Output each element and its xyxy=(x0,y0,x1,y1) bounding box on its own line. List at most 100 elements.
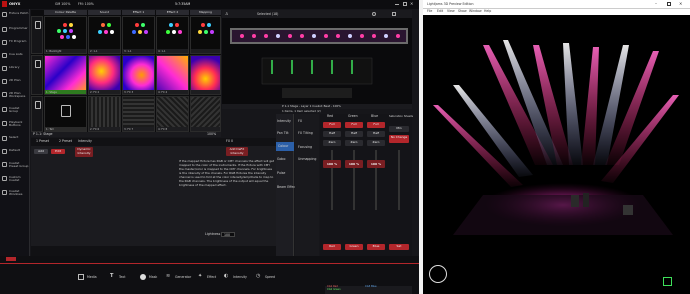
btn-zero[interactable]: Zero xyxy=(367,140,385,146)
minimize-icon[interactable] xyxy=(395,4,399,5)
btn-zero[interactable]: Zero xyxy=(323,140,341,146)
btn-min[interactable]: Min xyxy=(389,126,409,132)
nav-item-playback-buttons[interactable]: Playback Buttons xyxy=(2,120,29,129)
nav-item-default[interactable]: Default xyxy=(2,148,29,157)
grid-header-colour[interactable]: Colour Palette xyxy=(44,10,87,15)
fader-value[interactable]: 100 % xyxy=(323,160,341,168)
btn-half[interactable]: Half xyxy=(323,131,341,137)
close-icon[interactable]: ✕ xyxy=(679,2,682,6)
nav-item-fixture-patch[interactable]: Fixture Patch xyxy=(2,11,29,20)
menu-file[interactable]: File xyxy=(427,9,432,13)
lightness-input[interactable]: 100 xyxy=(221,232,235,237)
row-handle-3[interactable] xyxy=(31,96,43,132)
tool-media[interactable]: Media xyxy=(78,273,106,283)
stage-view[interactable]: ♙ Selected (18) xyxy=(222,10,412,104)
cue-cell-r3c1[interactable]: 1: Tall xyxy=(44,96,87,132)
nav-item-cuelist-preset-group[interactable]: Cuelist Preset Group xyxy=(2,161,29,170)
subtab-fx-tilting[interactable]: FX Tilting xyxy=(298,131,313,135)
edit-button[interactable]: Edit xyxy=(51,149,65,154)
nav-item-programmer[interactable]: Programmer xyxy=(2,26,29,35)
tab-preset2[interactable]: 2 Preset xyxy=(59,139,72,143)
attr-tab-pulse[interactable]: Pulse xyxy=(277,171,285,175)
nav-item-cuelist-windows[interactable]: Cuelist Windows xyxy=(2,189,29,198)
tool-text[interactable]: T Text xyxy=(110,273,136,283)
btn-full[interactable]: Full xyxy=(323,122,341,128)
minimize-icon[interactable]: – xyxy=(655,2,657,6)
cue-cell-r2c3[interactable]: 3: FX 3 xyxy=(122,55,155,95)
tool-effect[interactable]: ✦ Effect xyxy=(198,273,224,283)
fader-track[interactable] xyxy=(398,150,400,210)
cue-cell-r2c1[interactable]: 1: Stage xyxy=(44,55,87,95)
cue-cell-r1c4[interactable]: 4: 1-1 xyxy=(156,16,189,54)
cue-cell-r1c2[interactable]: 2: 1-1 xyxy=(88,16,121,54)
cue-cell-r1c1[interactable]: 1: Backlight xyxy=(44,16,87,54)
fader-track[interactable] xyxy=(353,150,355,210)
nav-item-custom-cuelist[interactable]: Custom Cuelist xyxy=(2,175,29,184)
cue-cell-r2c2[interactable]: 2: FX 2 xyxy=(88,55,121,95)
nav-item-cue-lists[interactable]: Cue Lists xyxy=(2,52,29,61)
cue-cell-r3c2[interactable]: 2: FX 6 xyxy=(88,96,121,132)
nav-item-fx-program[interactable]: FX Program xyxy=(2,39,29,48)
row-handle-2[interactable] xyxy=(31,55,43,95)
cue-cell-r3c3[interactable]: 3: FX 7 xyxy=(122,96,155,132)
menu-show[interactable]: Show xyxy=(458,9,467,13)
fader-track[interactable] xyxy=(331,150,333,210)
tool-mask[interactable]: Mask xyxy=(140,273,166,283)
btn-half[interactable]: Half xyxy=(367,131,385,137)
fader-value[interactable]: 100 % xyxy=(345,160,363,168)
grid-header-sound[interactable]: Sound xyxy=(88,10,121,15)
grid-header-effect2[interactable]: Effect 2 xyxy=(156,10,189,15)
subtab-focusing[interactable]: Focusing xyxy=(298,145,312,149)
btn-full[interactable]: Full xyxy=(345,122,363,128)
cue-cell-r1c5[interactable] xyxy=(190,16,221,54)
attr-tab-pantilt[interactable]: Pan Tilt xyxy=(277,131,289,135)
attr-tab-colour-active[interactable]: Colour xyxy=(276,142,294,151)
menu-edit[interactable]: Edit xyxy=(437,9,443,13)
tool-generator[interactable]: ≋ Generator xyxy=(166,273,198,283)
add-defx-button[interactable]: Add DeFX Intensity xyxy=(226,147,248,156)
menu-window[interactable]: Window xyxy=(469,9,482,13)
tab-intensity[interactable]: Intensity xyxy=(78,139,92,143)
subtab-fx[interactable]: FX xyxy=(298,119,302,123)
nav-item-2d-workspace[interactable]: 2D Plan Workspace xyxy=(2,91,29,100)
fm-level[interactable]: FM: 100% xyxy=(78,2,94,6)
close-icon[interactable]: ✕ xyxy=(410,2,413,6)
nav-item-cuelist-group[interactable]: Cuelist Group xyxy=(2,106,29,115)
group-row-2[interactable]: CG2 Green xyxy=(327,288,341,292)
group-row-3[interactable]: CG3 Blue xyxy=(365,285,377,289)
cue-cell-r3c5[interactable] xyxy=(190,96,221,132)
maximize-icon[interactable] xyxy=(667,2,671,6)
nav-item-2d-plan[interactable]: 2D Plan xyxy=(2,78,29,87)
tool-intensity[interactable]: ◐ Intensity xyxy=(224,273,254,283)
row-handle-1[interactable] xyxy=(31,16,43,54)
btn-no-change[interactable]: No Change xyxy=(389,135,409,143)
attr-tab-gobo[interactable]: Gobo xyxy=(277,157,285,161)
subtab-unmapping[interactable]: Unmapping xyxy=(298,157,316,161)
window-controls[interactable]: ✕ xyxy=(395,2,415,7)
cue-cell-r3c4[interactable]: 4: FX 8 xyxy=(156,96,189,132)
settings-icon[interactable] xyxy=(372,12,376,16)
nav-item-library[interactable]: Library xyxy=(2,65,29,74)
menu-help[interactable]: Help xyxy=(484,9,491,13)
fader-track[interactable] xyxy=(375,150,377,210)
tool-speed[interactable]: ◷ Speed xyxy=(256,273,280,283)
cue-cell-r2c4[interactable]: 4: FX 4 xyxy=(156,55,189,95)
tab-preset1[interactable]: 1 Preset xyxy=(36,139,49,143)
cue-cell-r1c3[interactable]: 3: 1-1 xyxy=(122,16,155,54)
add-button[interactable]: Add xyxy=(34,149,48,154)
menu-view[interactable]: View xyxy=(447,9,455,13)
3d-scene[interactable] xyxy=(423,15,690,294)
grid-icon[interactable] xyxy=(392,12,396,16)
btn-full[interactable]: Full xyxy=(367,122,385,128)
cue-cell-r2c5[interactable] xyxy=(190,55,221,95)
nav-item-select[interactable]: Select xyxy=(2,135,29,144)
btn-half[interactable]: Half xyxy=(345,131,363,137)
attr-tab-intensity[interactable]: Intensity xyxy=(277,119,291,123)
maximize-icon[interactable] xyxy=(403,2,407,6)
grid-header-effect1[interactable]: Effect 1 xyxy=(122,10,155,15)
btn-zero[interactable]: Zero xyxy=(345,140,363,146)
fader-value[interactable]: 100 % xyxy=(367,160,385,168)
dynamic-intensity-button[interactable]: Dynamic Intensity xyxy=(75,147,93,157)
grid-header-mapping[interactable]: Mapping xyxy=(190,10,221,15)
gm-level[interactable]: GM 100% xyxy=(55,2,70,6)
